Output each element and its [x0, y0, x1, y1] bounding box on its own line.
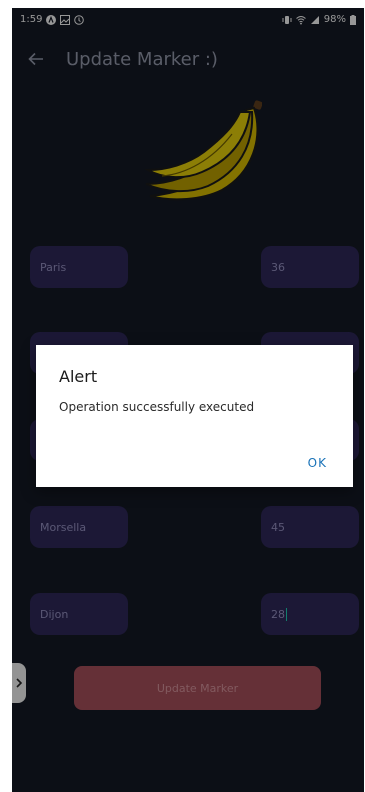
- phone-screen: 1:59 98% Update Marker :) Paris 36 Morse…: [12, 8, 364, 792]
- ok-button[interactable]: OK: [308, 456, 327, 470]
- alert-dialog: Alert Operation successfully executed OK: [36, 345, 353, 487]
- dialog-title: Alert: [59, 367, 98, 386]
- dialog-message: Operation successfully executed: [59, 400, 255, 414]
